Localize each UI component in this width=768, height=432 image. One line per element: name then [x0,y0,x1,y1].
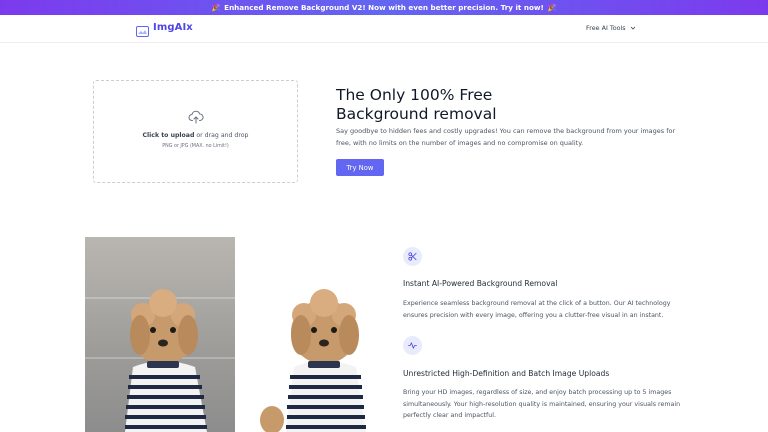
try-now-button[interactable]: Try Now [336,159,384,176]
before-image [85,237,235,432]
feature-description: Bring your HD images, regardless of size… [403,389,681,419]
logo-icon [136,22,149,37]
upload-instructions: Click to upload or drag and drop [94,132,297,139]
after-image [252,280,372,432]
drag-drop-label: or drag and drop [194,132,249,139]
hero-title: The Only 100% Free Background removal [336,86,497,124]
scissors-icon [403,247,422,266]
feature-description: Experience seamless background removal a… [403,300,671,319]
dog-cutout-icon [260,289,366,432]
free-ai-tools-label: Free AI Tools [586,24,626,32]
dog-photo-icon [125,289,207,432]
banner-text[interactable]: Enhanced Remove Background V2! Now with … [224,3,544,12]
hero-title-line2: Background removal [336,105,497,123]
activity-icon [403,336,422,355]
announcement-banner[interactable]: 🎉 Enhanced Remove Background V2! Now wit… [0,0,768,15]
upload-cloud-icon [188,109,204,125]
upload-hint: PNG or JPG (MAX. no Limit!) [162,144,229,149]
logo-text: ImgAIx [153,22,193,33]
party-icon: 🎉 [211,3,221,12]
feature-title: Instant AI-Powered Background Removal [403,279,558,288]
chevron-down-icon [630,25,635,30]
upload-dropzone[interactable]: Click to upload or drag and drop PNG or … [93,80,298,183]
feature-title: Unrestricted High-Definition and Batch I… [403,369,610,378]
hero-title-line1: The Only 100% Free [336,86,493,104]
navbar: ImgAIx Free AI Tools [0,15,768,43]
click-to-upload-label[interactable]: Click to upload [143,132,195,139]
hero-description: Say goodbye to hidden fees and costly up… [336,127,676,147]
party-icon: 🎉 [547,3,557,12]
free-ai-tools-menu[interactable]: Free AI Tools [586,24,635,32]
logo[interactable]: ImgAIx [136,22,193,37]
